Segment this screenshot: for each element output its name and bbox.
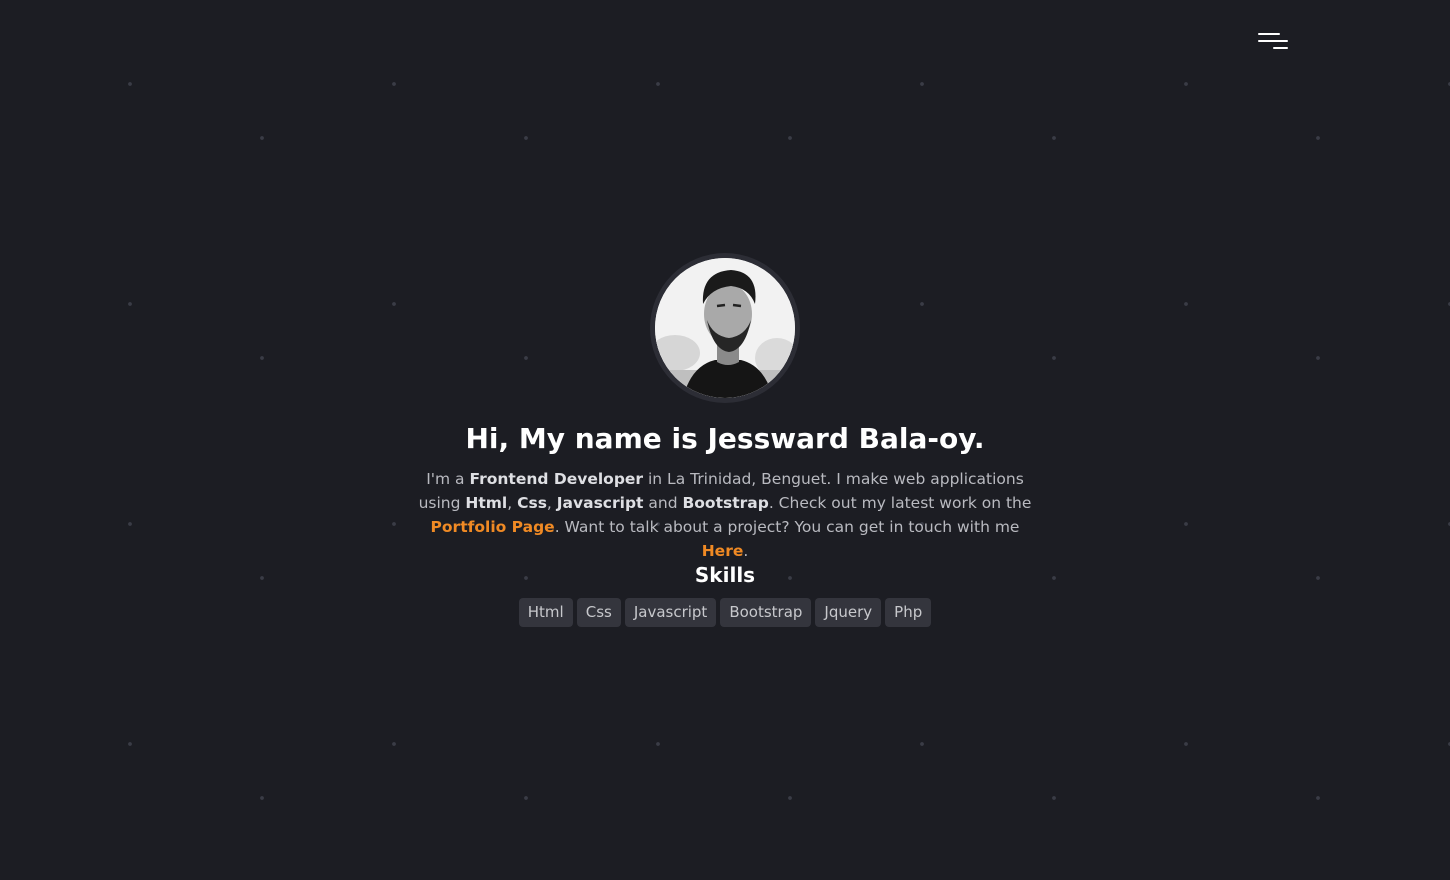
menu-toggle-button[interactable] (1256, 30, 1290, 54)
skill-badge-html: Html (518, 598, 573, 627)
contact-here-link[interactable]: Here (702, 542, 744, 560)
intro-text: . Want to talk about a project? You can … (554, 518, 1020, 536)
avatar-frame (650, 253, 800, 403)
skill-badge-jquery: Jquery (815, 598, 882, 627)
menu-bar-top (1258, 33, 1280, 35)
skill-badge-css: Css (576, 598, 621, 627)
intro-text: . Check out my latest work on the (768, 494, 1032, 512)
menu-bar-bottom (1273, 47, 1288, 49)
skill-badge-bootstrap: Bootstrap (720, 598, 812, 627)
avatar (655, 258, 795, 398)
avatar-portrait-image (655, 258, 795, 398)
menu-bar-middle (1258, 40, 1288, 42)
tech-highlight: Css (517, 494, 547, 512)
role-highlight: Frontend Developer (469, 470, 644, 488)
page-title: Hi, My name is Jessward Bala-oy. (465, 422, 985, 455)
skills-heading: Skills (694, 563, 756, 587)
intro-text: , (507, 494, 518, 512)
intro-text: I'm a (426, 470, 470, 488)
tech-highlight: Bootstrap (682, 494, 769, 512)
skills-list: Html Css Javascript Bootstrap Jquery Php (0, 598, 1450, 627)
intro-text: . (743, 542, 749, 560)
intro-text: and (643, 494, 683, 512)
tech-highlight: Html (465, 494, 508, 512)
intro-text: , (546, 494, 557, 512)
skill-badge-php: Php (885, 598, 932, 627)
tech-highlight: Javascript (556, 494, 644, 512)
intro-paragraph: I'm a Frontend Developer in La Trinidad,… (405, 467, 1045, 563)
skill-badge-javascript: Javascript (624, 598, 717, 627)
portfolio-page-link[interactable]: Portfolio Page (431, 518, 555, 536)
